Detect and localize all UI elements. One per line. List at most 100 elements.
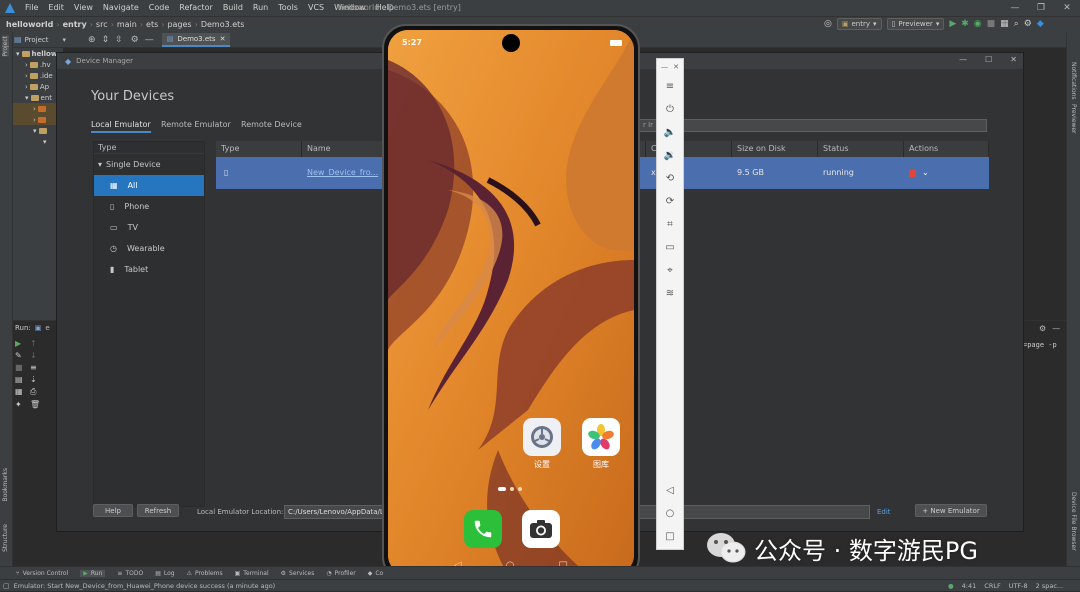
device-select[interactable]: ▯ Previewer ▾ [886, 18, 945, 30]
breadcrumb-file[interactable]: Demo3.ets [198, 20, 248, 29]
soft-wrap-icon[interactable]: ≡ [30, 363, 42, 372]
col-actions[interactable]: Actions [904, 141, 989, 157]
up-icon[interactable]: ↑ [30, 339, 42, 348]
home-button-icon[interactable]: ○ [657, 502, 683, 525]
close-window-button[interactable]: ✕ [1054, 0, 1080, 16]
type-wearable[interactable]: ◷ Wearable [94, 238, 204, 259]
phone-call-icon[interactable] [464, 510, 502, 548]
close-tab-icon[interactable]: ✕ [220, 35, 226, 43]
phone-screen[interactable]: 5:27 设置 图库 [388, 30, 634, 575]
line-separator[interactable]: CRLF [984, 582, 1000, 590]
status-message[interactable]: Emulator: Start New_Device_from_Huawei_P… [14, 582, 276, 590]
hide-panel-icon[interactable]: — [145, 35, 154, 45]
previewer-stripe-button[interactable]: Previewer [1070, 104, 1077, 134]
stop-device-icon[interactable] [909, 169, 916, 177]
trash-icon[interactable]: 🗑 [30, 400, 42, 409]
help-button[interactable]: Help [93, 504, 133, 517]
dialog-close-icon[interactable]: ✕ [1010, 55, 1017, 64]
menu-edit[interactable]: Edit [43, 0, 69, 16]
breadcrumb-main[interactable]: main [114, 20, 140, 29]
restore-window-button[interactable]: ❐ [1028, 0, 1054, 16]
volume-down-icon[interactable]: 🔉 [657, 144, 683, 167]
breadcrumb-module[interactable]: entry [60, 20, 90, 29]
new-emulator-button[interactable]: + New Emulator [915, 504, 987, 517]
breadcrumb-src[interactable]: src [93, 20, 111, 29]
tool-problems[interactable]: ⚠ Problems [187, 570, 223, 577]
rotate-left-icon[interactable]: ⟲ [657, 167, 683, 190]
stop-run-icon[interactable]: ■ [15, 363, 27, 372]
project-view-label[interactable]: Project [25, 36, 49, 44]
menu-view[interactable]: View [69, 0, 98, 16]
type-tv[interactable]: ▭ TV [94, 217, 204, 238]
run-tab[interactable]: e [45, 324, 49, 332]
rotate-right-icon[interactable]: ⟳ [657, 190, 683, 213]
status-panel-icon[interactable]: ▢ [3, 582, 10, 590]
profile-icon[interactable]: ◉ [974, 19, 982, 29]
toolbar-minimize-icon[interactable]: — [661, 63, 668, 71]
overview-button-icon[interactable]: □ [657, 525, 683, 548]
debug-icon[interactable]: ✱ [961, 19, 969, 29]
tool-codelinter[interactable]: ◆ Co [368, 570, 384, 577]
battery-setting-icon[interactable]: ▭ [657, 236, 683, 259]
locate-icon[interactable]: ⊕ [88, 35, 96, 45]
menu-run[interactable]: Run [248, 0, 273, 16]
module-select[interactable]: ▣ entry ▾ [836, 18, 882, 30]
dialog-maximize-icon[interactable]: ☐ [985, 55, 992, 64]
screenshot-crop-icon[interactable]: ⌗ [657, 213, 683, 236]
run-icon[interactable]: ▶ [949, 19, 956, 29]
menu-file[interactable]: File [20, 0, 43, 16]
rerun-icon[interactable]: ▶ [15, 339, 27, 348]
minimize-window-button[interactable]: — [1002, 0, 1028, 16]
file-encoding[interactable]: UTF-8 [1009, 582, 1028, 590]
pin-icon[interactable]: ✦ [15, 400, 27, 409]
options-gear-icon[interactable]: ⚙ [131, 35, 139, 45]
run-settings-icon[interactable]: ⚙ [1039, 324, 1046, 333]
back-button-icon[interactable]: ◁ [657, 479, 683, 502]
breadcrumb-pages[interactable]: pages [164, 20, 194, 29]
col-status[interactable]: Status [818, 141, 904, 157]
tab-remote-emulator[interactable]: Remote Emulator [161, 120, 231, 129]
app-gallery[interactable]: 图库 [581, 418, 621, 470]
menu-tools[interactable]: Tools [273, 0, 303, 16]
expand-all-icon[interactable]: ⇕ [102, 35, 110, 45]
edit-location-link[interactable]: Edit [877, 508, 891, 516]
volume-up-icon[interactable]: 🔈 [657, 121, 683, 144]
bookmarks-stripe-button[interactable]: Bookmarks [2, 468, 9, 502]
breadcrumb-ets[interactable]: ets [143, 20, 161, 29]
notifications-stripe-button[interactable]: Notifications [1070, 62, 1077, 100]
toolbar-close-icon[interactable]: ✕ [673, 63, 679, 71]
menu-navigate[interactable]: Navigate [98, 0, 144, 16]
run-hide-icon[interactable]: — [1052, 324, 1060, 333]
type-group-single-device[interactable]: ▾ Single Device [94, 154, 204, 175]
tool-version-control[interactable]: ⑂ Version Control [16, 570, 68, 577]
wrench-icon[interactable]: ✎ [15, 351, 27, 360]
menu-refactor[interactable]: Refactor [174, 0, 218, 16]
project-dropdown-icon[interactable]: ▾ [63, 36, 67, 44]
camera-icon[interactable] [522, 510, 560, 548]
target-icon[interactable]: ◎ [824, 19, 832, 29]
layout-icon[interactable]: ▦ [15, 387, 27, 397]
stop-icon[interactable]: ■ [987, 19, 996, 29]
tool-log[interactable]: ▤ Log [155, 570, 174, 577]
power-icon[interactable]: ⏻ [657, 98, 683, 121]
project-stripe-button[interactable]: Project [2, 36, 9, 57]
menu-icon[interactable]: ≡ [657, 75, 683, 98]
refresh-button[interactable]: Refresh [137, 504, 179, 517]
scroll-end-icon[interactable]: ⇣ [30, 375, 42, 384]
camera-snapshot-icon[interactable]: ▤ [15, 375, 27, 384]
tab-demo3[interactable]: ▤ Demo3.ets ✕ [161, 32, 231, 47]
type-tablet[interactable]: ▮ Tablet [94, 259, 204, 280]
print-icon[interactable]: ⎙ [30, 387, 42, 397]
menu-build[interactable]: Build [218, 0, 248, 16]
app-settings[interactable]: 设置 [522, 418, 562, 470]
menu-code[interactable]: Code [144, 0, 174, 16]
tab-remote-device[interactable]: Remote Device [241, 120, 302, 129]
tab-local-emulator[interactable]: Local Emulator [91, 120, 151, 133]
type-all[interactable]: ▦ All [94, 175, 204, 196]
tool-run[interactable]: ▶ Run [80, 569, 106, 577]
type-phone[interactable]: ▯ Phone [94, 196, 204, 217]
more-actions-chevron-icon[interactable]: ⌄ [922, 157, 929, 189]
location-pin-icon[interactable]: ⌖ [657, 259, 683, 282]
tool-terminal[interactable]: ▣ Terminal [235, 570, 269, 577]
col-size[interactable]: Size on Disk [732, 141, 818, 157]
